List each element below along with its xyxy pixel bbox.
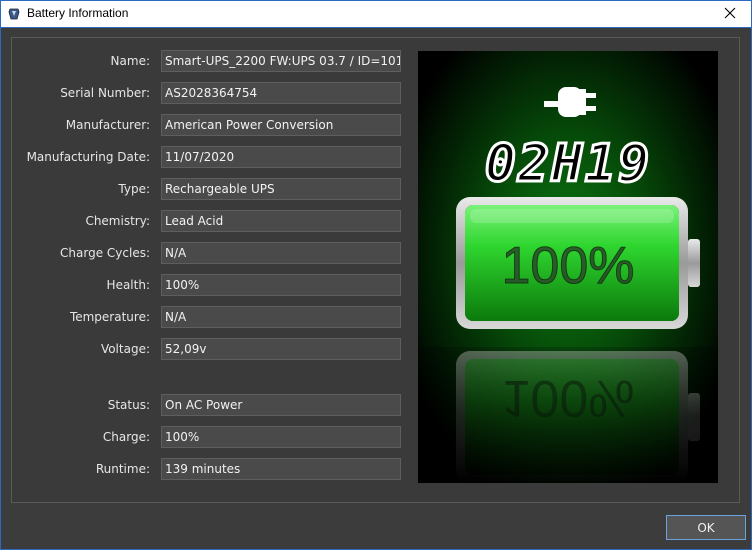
field-label: Type: — [118, 182, 150, 196]
field-label: Charge Cycles: — [60, 246, 150, 260]
field-label: Runtime: — [95, 462, 150, 476]
field-label: Charge: — [102, 430, 150, 444]
battery-reflection: 100% — [418, 347, 718, 483]
window-title: Battery Information — [27, 6, 129, 20]
field-value[interactable]: N/A — [161, 242, 401, 264]
field-value[interactable]: 139 minutes — [161, 458, 401, 480]
field-label: Voltage: — [100, 342, 150, 356]
field-label: Serial Number: — [60, 86, 150, 100]
field-value[interactable]: N/A — [161, 306, 401, 328]
close-button[interactable] — [715, 1, 745, 27]
battery-app-icon — [7, 7, 21, 21]
field-label: Name: — [110, 54, 150, 68]
close-icon — [724, 7, 736, 22]
battery-icon: 100% — [456, 197, 700, 329]
dialog-footer: OK — [1, 503, 751, 549]
field-label: Chemistry: — [85, 214, 150, 228]
field-value[interactable]: Smart-UPS_2200 FW:UPS 03.7 / ID=1015 — [161, 50, 401, 72]
runtime-readout: 02H19 — [485, 134, 652, 194]
field-value[interactable]: 100% — [161, 426, 401, 448]
title-bar: Battery Information — [1, 1, 751, 28]
battery-info-window: Battery Information Name: Smart-UPS_2200 … — [0, 0, 752, 550]
field-value[interactable]: 11/07/2020 — [161, 146, 401, 168]
field-value[interactable]: On AC Power — [161, 394, 401, 416]
field-value[interactable]: 52,09v — [161, 338, 401, 360]
field-label: Manufacturing Date: — [26, 150, 150, 164]
field-value[interactable]: Lead Acid — [161, 210, 401, 232]
info-panel: Name: Smart-UPS_2200 FW:UPS 03.7 / ID=101… — [11, 37, 740, 503]
ok-button[interactable]: OK — [666, 515, 746, 540]
field-label: Health: — [106, 278, 150, 292]
field-label: Manufacturer: — [65, 118, 150, 132]
field-value[interactable]: AS2028364754 — [161, 82, 401, 104]
field-value[interactable]: 100% — [161, 274, 401, 296]
field-value[interactable]: American Power Conversion — [161, 114, 401, 136]
field-value[interactable]: Rechargeable UPS — [161, 178, 401, 200]
battery-display: 02H19 100% 100% — [418, 51, 718, 483]
field-label: Status: — [107, 398, 150, 412]
field-label: Temperature: — [69, 310, 150, 324]
battery-percent-label: 100% — [502, 237, 635, 295]
